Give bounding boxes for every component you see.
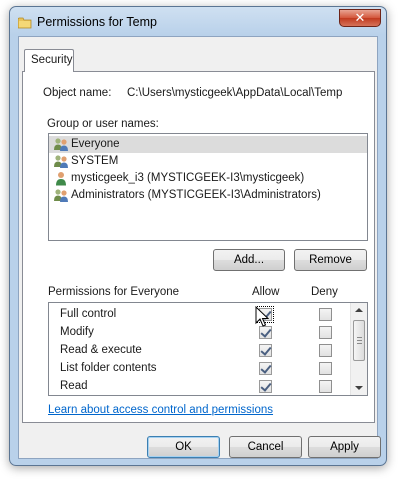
title-bar[interactable]: Permissions for Temp ✕	[10, 7, 386, 37]
user-icon	[53, 171, 69, 186]
allow-header: Allow	[252, 286, 280, 298]
ok-button[interactable]: OK	[147, 436, 220, 458]
group-name: Everyone	[71, 138, 120, 150]
permissions-scrollbar[interactable]	[350, 303, 367, 395]
deny-checkbox[interactable]	[319, 362, 332, 375]
group-list[interactable]: Everyone SYSTEM mysticgeek_i3 (MYSTICGEEK-…	[48, 133, 368, 241]
remove-button[interactable]: Remove	[294, 249, 367, 271]
object-name-value: C:\Users\mysticgeek\AppData\Local\Temp	[127, 87, 343, 99]
allow-checkbox[interactable]	[259, 362, 272, 375]
apply-button[interactable]: Apply	[308, 436, 381, 458]
mouse-pointer-icon	[255, 306, 269, 327]
apply-button-label: Apply	[330, 441, 359, 453]
permission-name: Read	[60, 380, 88, 392]
list-item[interactable]: Everyone	[49, 136, 367, 153]
cancel-button-label: Cancel	[247, 441, 284, 453]
group-name: Administrators (MYSTICGEEK-I3\Administra…	[71, 189, 321, 201]
table-row: Read	[49, 378, 351, 395]
dialog-body: Security Object name: C:\Users\mysticgee…	[18, 36, 381, 459]
allow-checkbox[interactable]	[259, 344, 272, 357]
access-control-help-link[interactable]: Learn about access control and permissio…	[48, 404, 273, 416]
group-name: mysticgeek_i3 (MYSTICGEEK-I3\mysticgeek)	[71, 172, 305, 184]
table-row: List folder contents	[49, 360, 351, 378]
permission-name: Read & execute	[60, 344, 142, 356]
list-item[interactable]: Administrators (MYSTICGEEK-I3\Administra…	[49, 187, 367, 204]
folder-icon	[18, 17, 32, 29]
group-icon	[53, 137, 69, 152]
cancel-button[interactable]: Cancel	[229, 436, 302, 458]
scroll-up-icon[interactable]	[355, 308, 363, 312]
permissions-list: Read List folder contents Read & execute Mo…	[48, 302, 368, 396]
deny-checkbox[interactable]	[319, 380, 332, 393]
tab-security[interactable]: Security	[24, 49, 74, 72]
table-row: Full control	[49, 306, 351, 324]
deny-checkbox[interactable]	[319, 326, 332, 339]
add-button-label: Add...	[233, 254, 265, 266]
permissions-label: Permissions for Everyone	[48, 286, 180, 298]
group-name: SYSTEM	[71, 155, 119, 167]
permission-name: Full control	[60, 308, 117, 320]
close-button[interactable]: ✕	[339, 9, 381, 27]
close-icon: ✕	[354, 10, 366, 25]
group-icon	[53, 188, 69, 203]
window-title: Permissions for Temp	[37, 15, 157, 29]
object-name-label: Object name:	[43, 87, 112, 99]
deny-checkbox[interactable]	[319, 308, 332, 321]
table-row: Read & execute	[49, 342, 351, 360]
group-icon	[53, 154, 69, 169]
permissions-window: Permissions for Temp ✕ Security Object n…	[9, 6, 387, 466]
ok-button-label: OK	[175, 441, 192, 453]
allow-checkbox[interactable]	[259, 380, 272, 393]
deny-header: Deny	[311, 286, 338, 298]
list-item[interactable]: mysticgeek_i3 (MYSTICGEEK-I3\mysticgeek)	[49, 170, 367, 187]
table-row: Modify	[49, 324, 351, 342]
group-names-label: Group or user names:	[47, 118, 159, 130]
remove-button-label: Remove	[309, 254, 352, 266]
permission-name: Modify	[60, 326, 94, 338]
tab-security-label: Security	[31, 54, 73, 66]
list-item[interactable]: SYSTEM	[49, 153, 367, 170]
scroll-down-icon[interactable]	[355, 386, 363, 390]
scroll-thumb[interactable]	[353, 320, 365, 361]
deny-checkbox[interactable]	[319, 344, 332, 357]
add-button[interactable]: Add...	[213, 249, 285, 271]
permission-name: List folder contents	[60, 362, 157, 374]
